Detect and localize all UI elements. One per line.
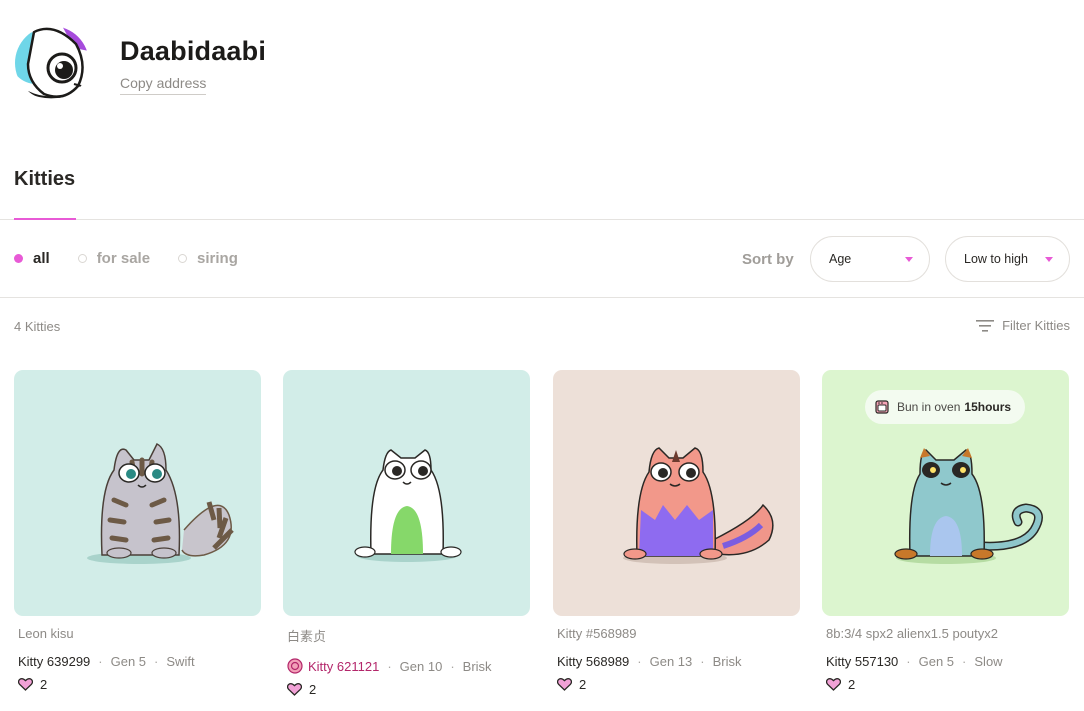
sort-by-label: Sort by: [742, 251, 794, 268]
filter-siring[interactable]: siring: [178, 250, 238, 267]
kitty-card[interactable]: 白素贞 Kitty 621121 · Gen 10 · Brisk 2: [283, 370, 530, 697]
separator: ·: [700, 654, 705, 669]
kitty-meta: Kitty 568989 · Gen 13 · Brisk: [557, 654, 800, 669]
kitty-meta: Kitty 557130 · Gen 5 · Slow: [826, 654, 1069, 669]
cat-illustration: [894, 448, 1043, 564]
kitty-meta: Kitty 621121 · Gen 10 · Brisk: [287, 658, 530, 674]
divider: [0, 297, 1084, 298]
avatar: [14, 22, 94, 104]
separator: ·: [387, 658, 392, 674]
fancy-badge-icon: [287, 658, 303, 674]
kitty-meta: Kitty 639299 · Gen 5 · Swift: [18, 654, 261, 669]
kitty-likes[interactable]: 2: [557, 677, 800, 692]
copy-address-link[interactable]: Copy address: [120, 75, 207, 95]
likes-count: 2: [40, 677, 48, 692]
separator: ·: [962, 654, 967, 669]
kitty-card[interactable]: Kitty #568989 Kitty 568989 · Gen 13 · Br…: [553, 370, 800, 692]
kitty-generation: Gen 5: [110, 654, 147, 669]
separator: ·: [637, 654, 642, 669]
kitty-likes[interactable]: 2: [18, 677, 261, 692]
kitty-id[interactable]: Kitty 557130: [826, 654, 898, 669]
radio-selected-icon: [14, 254, 23, 263]
separator: ·: [98, 654, 103, 669]
profile-name: Daabidaabi: [120, 36, 267, 66]
filter-label: for sale: [96, 250, 151, 267]
kitty-id[interactable]: Kitty 568989: [557, 654, 629, 669]
caret-down-icon: [905, 257, 913, 262]
heart-icon: [287, 683, 302, 696]
kitty-id[interactable]: Kitty 621121: [308, 659, 379, 674]
filter-kitties-button[interactable]: Filter Kitties: [976, 318, 1070, 333]
kitty-generation: Gen 5: [918, 654, 955, 669]
likes-count: 2: [848, 677, 856, 692]
sort-order-select[interactable]: Low to high: [945, 236, 1070, 282]
cat-illustration: [354, 449, 462, 562]
kitty-count: 4 Kitties: [14, 319, 61, 334]
filter-label: siring: [197, 250, 238, 267]
kitty-name: 白素贞: [287, 629, 327, 644]
separator: ·: [450, 658, 455, 674]
separator: ·: [906, 654, 911, 669]
kitty-image[interactable]: [14, 370, 261, 616]
kitty-name: Leon kisu: [18, 626, 74, 641]
kitty-likes[interactable]: 2: [826, 677, 1069, 692]
cat-illustration: [623, 447, 774, 564]
kitty-name: 8b:3/4 spx2 alienx1.5 poutyx2: [826, 626, 999, 641]
radio-unselected-icon: [178, 254, 188, 263]
profile-header: Daabidaabi Copy address: [14, 22, 266, 104]
likes-count: 2: [579, 677, 587, 692]
kitty-cooldown: Swift: [166, 654, 195, 669]
heart-icon: [557, 678, 572, 691]
filter-for-sale[interactable]: for sale: [77, 250, 151, 267]
divider: [0, 219, 1084, 220]
kitty-image[interactable]: [283, 370, 530, 616]
cat-illustration: [87, 443, 234, 564]
filter-kitties-label: Filter Kitties: [1002, 318, 1070, 333]
radio-unselected-icon: [77, 254, 87, 263]
heart-icon: [826, 678, 841, 691]
status-filter-group: all for sale siring: [14, 250, 266, 267]
caret-down-icon: [1045, 257, 1053, 262]
kitty-likes[interactable]: 2: [287, 682, 530, 697]
kitty-card[interactable]: Bun in oven 15hours 8b:3/4 spx2 alienx1.…: [822, 370, 1069, 692]
kitty-cooldown: Brisk: [712, 654, 742, 669]
sort-field-value: Age: [829, 252, 852, 266]
likes-count: 2: [309, 682, 317, 697]
active-tab-indicator: [14, 218, 76, 220]
kitty-image[interactable]: [553, 370, 800, 616]
heart-icon: [18, 678, 33, 691]
kitty-generation: Gen 13: [649, 654, 693, 669]
separator: ·: [154, 654, 159, 669]
kitty-generation: Gen 10: [399, 658, 443, 674]
kitty-name: Kitty #568989: [557, 626, 637, 641]
tab-kitties[interactable]: Kitties: [14, 168, 75, 191]
filter-icon: [976, 319, 995, 332]
filter-all[interactable]: all: [14, 250, 50, 267]
kitty-card[interactable]: Leon kisu Kitty 639299 · Gen 5 · Swift 2: [14, 370, 261, 692]
filter-label: all: [33, 250, 50, 267]
kitty-cooldown: Slow: [974, 654, 1003, 669]
kitty-id[interactable]: Kitty 639299: [18, 654, 90, 669]
kitty-image[interactable]: Bun in oven 15hours: [822, 370, 1069, 616]
profile-info: Daabidaabi Copy address: [120, 36, 266, 95]
kitty-cooldown: Brisk: [462, 658, 492, 674]
sort-order-value: Low to high: [964, 252, 1028, 266]
sort-field-select[interactable]: Age: [810, 236, 930, 282]
